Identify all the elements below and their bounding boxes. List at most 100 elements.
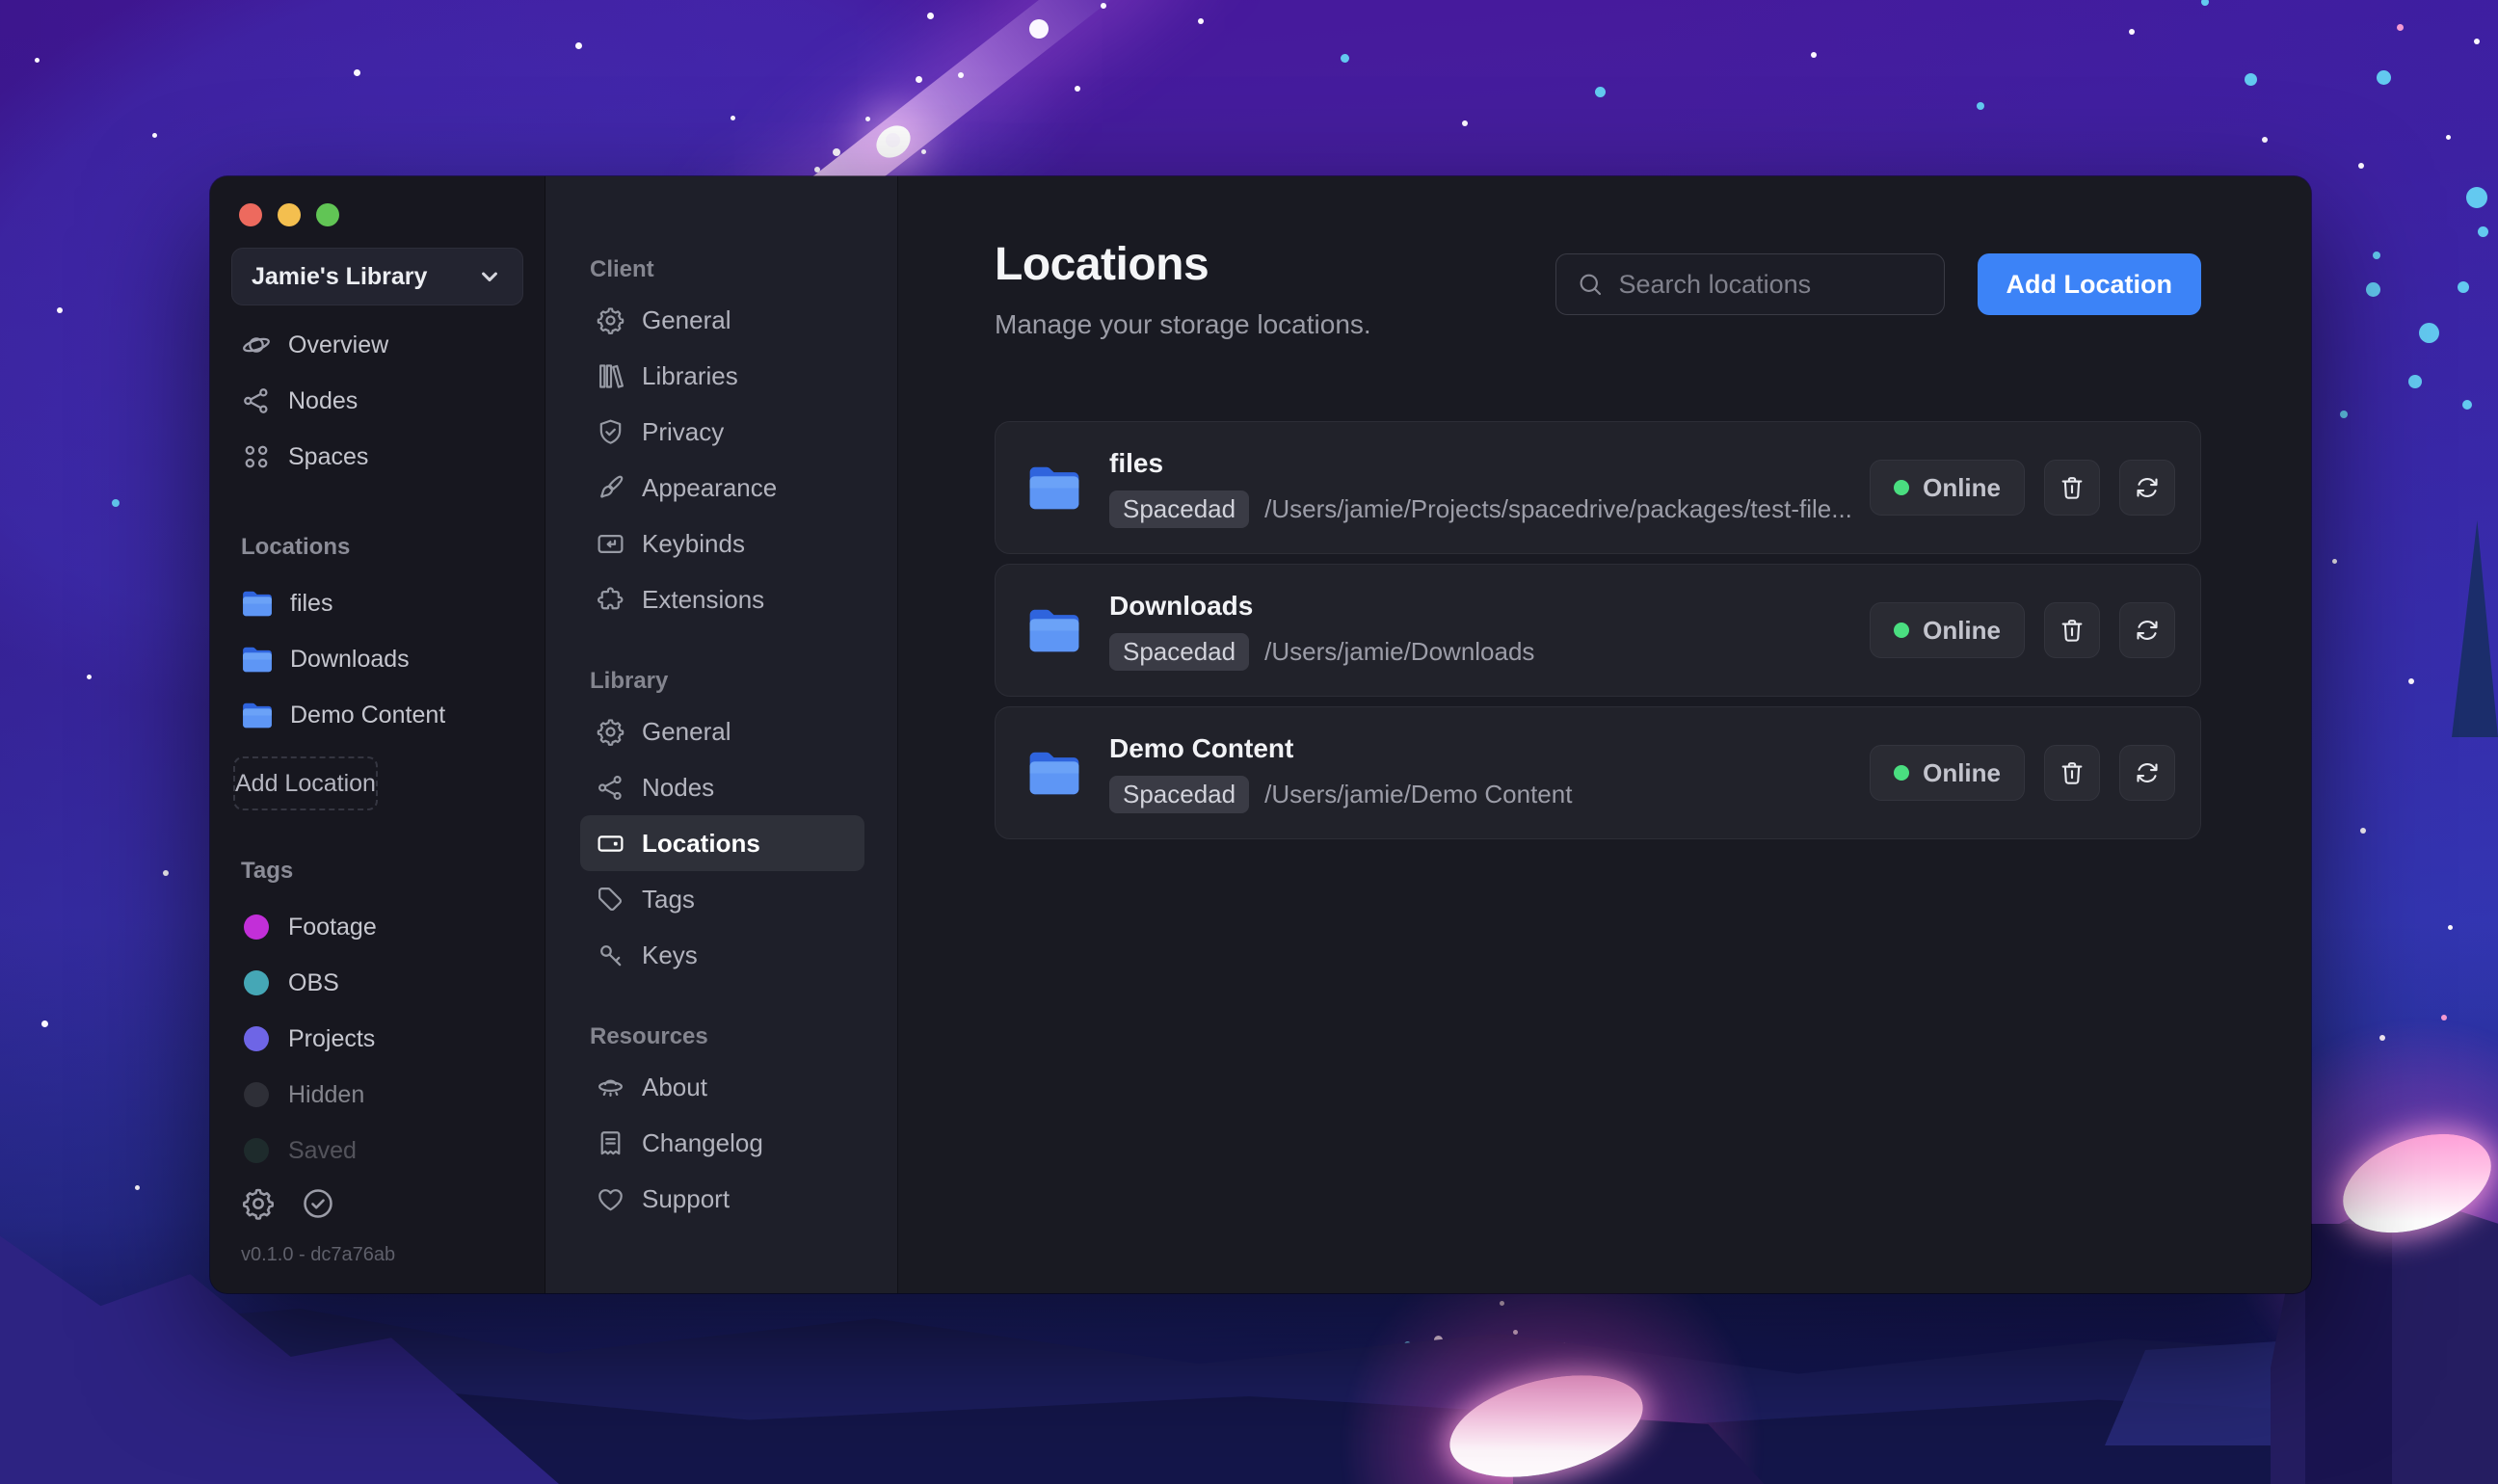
settings-button[interactable] xyxy=(241,1186,276,1221)
rescan-location-button[interactable] xyxy=(2119,460,2175,516)
close-button[interactable] xyxy=(239,203,262,226)
page-header: Locations Manage your storage locations.… xyxy=(995,238,2201,340)
star-pink xyxy=(2441,1015,2447,1020)
star xyxy=(57,307,63,313)
star-cyan xyxy=(2373,252,2380,259)
star-pink xyxy=(2396,23,2404,31)
crystal-spire xyxy=(2452,520,2498,737)
settings-section-label: Client xyxy=(590,256,654,282)
star xyxy=(1029,19,1049,39)
sidebar-locations-list: files Downloads Demo Content xyxy=(210,575,545,743)
star xyxy=(2129,29,2135,35)
trash-icon xyxy=(2058,616,2086,645)
settings-item-client-privacy[interactable]: Privacy xyxy=(580,404,864,460)
settings-item-client-extensions[interactable]: Extensions xyxy=(580,571,864,627)
minimize-button[interactable] xyxy=(278,203,301,226)
refresh-icon xyxy=(2133,473,2162,502)
star xyxy=(86,674,92,679)
status-badge: Online xyxy=(1870,460,2025,516)
star xyxy=(730,115,735,120)
page-subtitle: Manage your storage locations. xyxy=(995,309,1371,339)
library-switcher[interactable]: Jamie's Library xyxy=(231,248,523,305)
sidebar-item-nodes[interactable]: Nodes xyxy=(210,373,545,429)
rescan-location-button[interactable] xyxy=(2119,602,2175,658)
puzzle-icon xyxy=(596,585,625,615)
settings-section-label: Library xyxy=(590,668,669,694)
desktop: Jamie's Library Overview Nodes Spaces Lo… xyxy=(0,0,2498,1484)
settings-item-client-libraries[interactable]: Libraries xyxy=(580,348,864,404)
online-dot xyxy=(1894,480,1910,495)
star-cyan xyxy=(2201,0,2209,6)
app-version: v0.1.0 - dc7a76ab xyxy=(241,1244,396,1265)
sidebar-tag-hidden[interactable]: Hidden xyxy=(210,1067,545,1123)
star xyxy=(958,72,964,78)
settings-section-client: Client General Libraries Privacy Appeara… xyxy=(545,255,897,627)
star-cyan xyxy=(2418,322,2439,343)
star xyxy=(2474,39,2480,44)
star xyxy=(915,75,922,83)
settings-nav: Client General Libraries Privacy Appeara… xyxy=(545,176,898,1293)
star-cyan xyxy=(2462,400,2472,410)
star xyxy=(2262,137,2268,143)
key-icon xyxy=(596,941,625,970)
star xyxy=(2445,134,2451,140)
settings-item-resources-about[interactable]: About xyxy=(580,1059,864,1115)
sidebar-location-files[interactable]: files xyxy=(210,575,545,631)
sidebar-add-location-button[interactable]: Add Location xyxy=(233,756,378,810)
location-card: Downloads Spacedad /Users/jamie/Download… xyxy=(995,564,2201,697)
jobs-button[interactable] xyxy=(301,1186,335,1221)
sidebar-tag-saved[interactable]: Saved xyxy=(210,1123,545,1179)
settings-item-library-tags[interactable]: Tags xyxy=(580,871,864,927)
refresh-icon xyxy=(2133,616,2162,645)
location-name: Demo Content xyxy=(1109,732,1294,763)
page-title: Locations xyxy=(995,239,1209,290)
settings-item-client-appearance[interactable]: Appearance xyxy=(580,460,864,516)
star-cyan xyxy=(2458,281,2469,293)
star-cyan xyxy=(1594,86,1606,97)
keybinds-icon xyxy=(596,529,625,559)
tag-color-dot xyxy=(244,970,269,995)
locations-list: files Spacedad /Users/jamie/Projects/spa… xyxy=(995,421,2201,839)
settings-item-client-general[interactable]: General xyxy=(580,292,864,348)
settings-item-library-keys[interactable]: Keys xyxy=(580,927,864,983)
settings-item-resources-changelog[interactable]: Changelog xyxy=(580,1115,864,1171)
sidebar-tag-obs[interactable]: OBS xyxy=(210,955,545,1011)
folder-icon xyxy=(241,702,274,729)
star xyxy=(814,167,820,172)
folder-icon xyxy=(1026,750,1082,797)
tag-color-dot xyxy=(244,1138,269,1163)
star xyxy=(2408,678,2414,684)
star xyxy=(920,148,926,154)
settings-item-library-locations[interactable]: Locations xyxy=(580,815,864,871)
settings-section-label: Resources xyxy=(590,1023,708,1049)
nodes-icon xyxy=(596,773,625,803)
sidebar-location-downloads[interactable]: Downloads xyxy=(210,631,545,687)
star xyxy=(1462,120,1468,126)
star xyxy=(163,870,169,876)
add-location-button[interactable]: Add Location xyxy=(1977,253,2201,315)
sidebar-item-overview[interactable]: Overview xyxy=(210,317,545,373)
status-badge: Online xyxy=(1870,602,2025,658)
zoom-button[interactable] xyxy=(316,203,339,226)
location-path: /Users/jamie/Downloads xyxy=(1264,636,1535,666)
delete-location-button[interactable] xyxy=(2044,460,2100,516)
settings-item-library-general[interactable]: General xyxy=(580,703,864,759)
settings-section-resources: Resources About Changelog Support xyxy=(545,1022,897,1227)
sidebar-location-demo-content[interactable]: Demo Content xyxy=(210,687,545,743)
delete-location-button[interactable] xyxy=(2044,602,2100,658)
search-input[interactable] xyxy=(1618,269,1925,300)
star xyxy=(2447,924,2453,930)
sidebar-item-spaces[interactable]: Spaces xyxy=(210,429,545,485)
rescan-location-button[interactable] xyxy=(2119,745,2175,801)
location-path: /Users/jamie/Demo Content xyxy=(1264,779,1573,808)
delete-location-button[interactable] xyxy=(2044,745,2100,801)
settings-item-client-keybinds[interactable]: Keybinds xyxy=(580,516,864,571)
trash-icon xyxy=(2058,473,2086,502)
crystal-rock-face xyxy=(2305,1224,2392,1484)
settings-item-resources-support[interactable]: Support xyxy=(580,1171,864,1227)
tag-color-dot xyxy=(244,1082,269,1107)
sidebar-tag-footage[interactable]: Footage xyxy=(210,899,545,955)
search-box xyxy=(1555,253,1945,315)
settings-item-library-nodes[interactable]: Nodes xyxy=(580,759,864,815)
sidebar-tag-projects[interactable]: Projects xyxy=(210,1011,545,1067)
